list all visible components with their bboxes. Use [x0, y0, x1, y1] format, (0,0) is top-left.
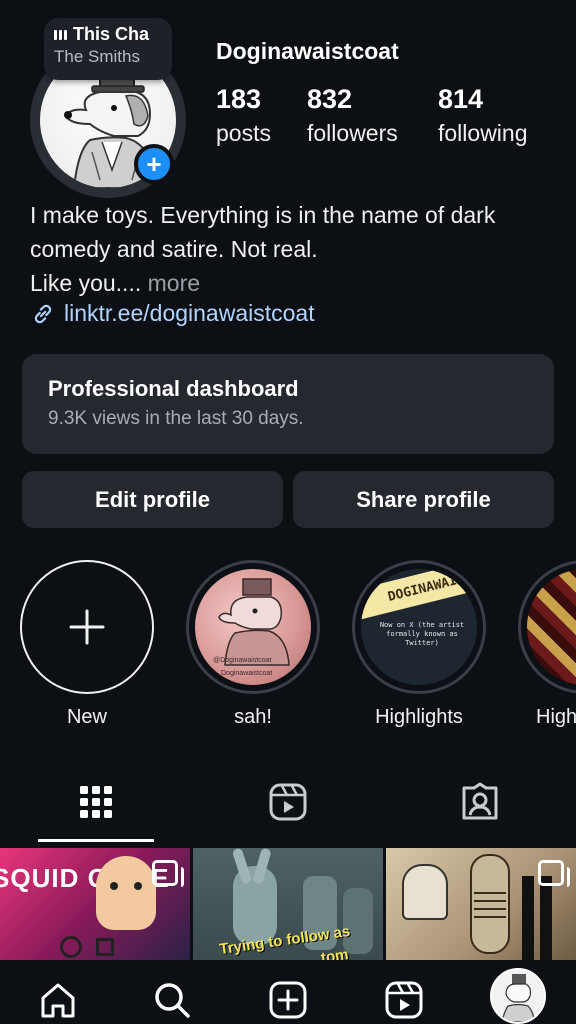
profile-avatar: [501, 974, 535, 1022]
audio-bars-icon: [54, 29, 67, 41]
bio-line-2: comedy and satire. Not real.: [30, 236, 318, 262]
followers-stat[interactable]: 832 followers: [307, 84, 398, 147]
nav-reels[interactable]: [380, 976, 428, 1024]
link-text: linktr.ee/doginawaistcoat: [64, 300, 315, 326]
bottom-navigation: [0, 962, 576, 1024]
highlight-banner: DOGINAWAISTC: [361, 569, 477, 620]
tagged-icon: [462, 782, 498, 820]
reels-icon: [269, 783, 307, 821]
new-highlight-circle: [20, 560, 154, 694]
followers-label: followers: [307, 120, 398, 146]
profile-screen: + This Cha The Smiths Doginawaistcoat 18…: [0, 0, 576, 1024]
following-label: following: [438, 120, 528, 146]
link-icon: [34, 304, 52, 323]
music-note-bubble[interactable]: This Cha The Smiths: [44, 18, 172, 80]
share-profile-button[interactable]: Share profile: [293, 471, 554, 528]
highlight-label: New: [66, 706, 107, 728]
highlight-partial[interactable]: High: [518, 560, 576, 729]
posts-count: 183: [216, 84, 262, 114]
music-artist: The Smiths: [54, 47, 140, 66]
highlight-highlights[interactable]: DOGINAWAISTC Now on X (the artist formal…: [352, 560, 486, 729]
highlight-handle: @Doginawaistcoat: [213, 657, 272, 664]
highlight-cover: [518, 560, 576, 694]
grid-icon: [80, 786, 112, 818]
carousel-icon: [538, 860, 570, 887]
tab-posts-grid[interactable]: [66, 776, 126, 828]
grid-post[interactable]: SQUID GAME: [0, 848, 190, 960]
dashboard-title: Professional dashboard: [48, 376, 299, 401]
dog-sketch-icon: [218, 578, 290, 666]
nav-create[interactable]: [264, 976, 312, 1024]
professional-dashboard[interactable]: Professional dashboard 9.3K views in the…: [22, 354, 554, 454]
nav-home[interactable]: [34, 976, 82, 1024]
plus-icon: +: [146, 149, 162, 179]
highlight-text: Now on X (the artist formally known as T…: [379, 621, 465, 647]
username: Doginawaistcoat: [216, 38, 399, 64]
home-icon: [41, 983, 75, 1018]
highlight-cover: DOGINAWAISTC Now on X (the artist formal…: [352, 560, 486, 694]
bio-line-3: Like you....: [30, 270, 142, 296]
highlight-sah[interactable]: @Doginawaistcoat Doginawaistcoat sah!: [186, 560, 320, 729]
posts-label: posts: [216, 120, 271, 146]
grid-post[interactable]: [386, 848, 576, 960]
add-story-button[interactable]: +: [134, 144, 174, 184]
grid-post[interactable]: Trying to follow as tom: [193, 848, 383, 960]
edit-profile-button[interactable]: Edit profile: [22, 471, 283, 528]
bio-line-1: I make toys. Everything is in the name o…: [30, 202, 496, 228]
highlight-handle-2: Doginawaistcoat: [221, 670, 273, 677]
profile-link[interactable]: linktr.ee/doginawaistcoat: [30, 300, 315, 327]
active-tab-indicator: [38, 839, 154, 842]
reels-icon: [385, 981, 423, 1019]
search-icon: [155, 983, 190, 1018]
plus-icon: [69, 609, 105, 645]
bio: I make toys. Everything is in the name o…: [30, 198, 560, 300]
posts-stat[interactable]: 183 posts: [216, 84, 271, 147]
highlight-cover: @Doginawaistcoat Doginawaistcoat: [186, 560, 320, 694]
bio-more-link[interactable]: more: [148, 270, 200, 296]
highlight-label: Highlights: [375, 706, 463, 728]
dashboard-subtitle: 9.3K views in the last 30 days.: [48, 408, 304, 429]
highlight-label: sah!: [234, 706, 272, 728]
post-caption-2: tom: [319, 946, 350, 960]
create-icon: [269, 981, 307, 1019]
followers-count: 832: [307, 84, 353, 114]
nav-search[interactable]: [148, 976, 196, 1024]
carousel-icon: [152, 860, 184, 887]
following-stat[interactable]: 814 following: [438, 84, 528, 147]
tab-reels[interactable]: [258, 776, 318, 828]
highlight-new[interactable]: New: [20, 560, 154, 729]
music-title: This Cha: [73, 24, 150, 44]
highlight-label: High: [536, 706, 576, 728]
nav-profile[interactable]: [490, 968, 546, 1024]
following-count: 814: [438, 84, 484, 114]
tab-tagged[interactable]: [450, 776, 510, 828]
